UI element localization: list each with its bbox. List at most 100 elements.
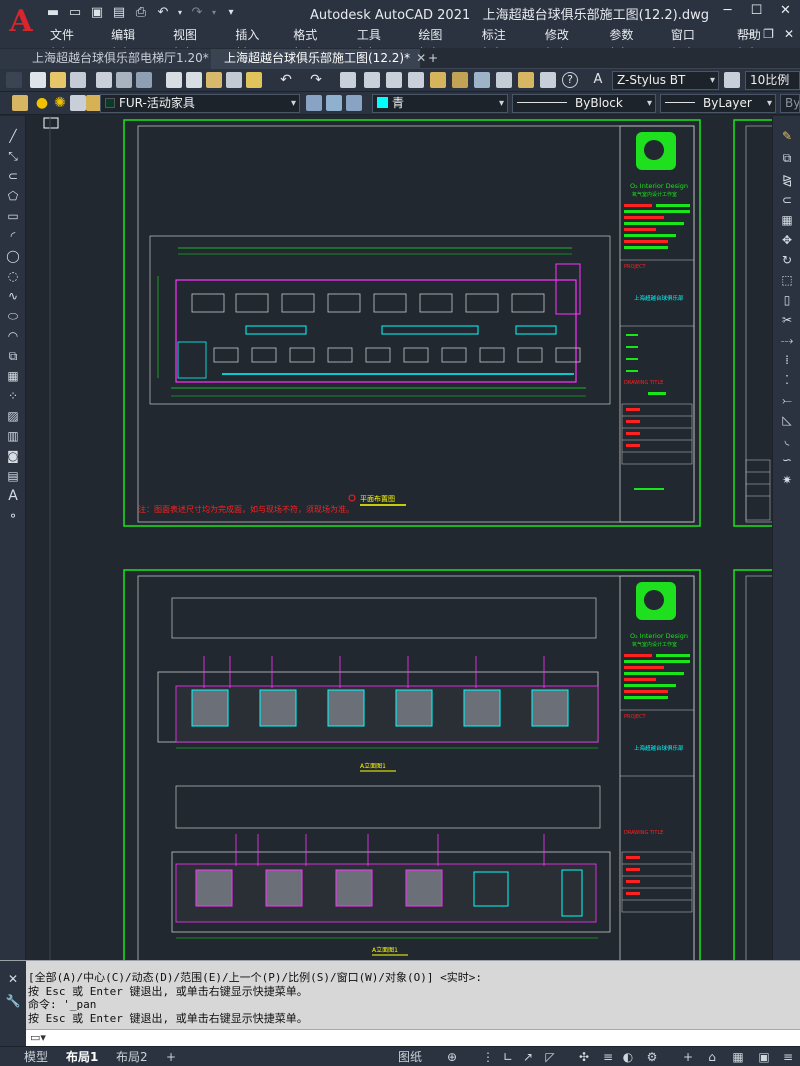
zoom-previous-icon[interactable] [408,72,424,88]
arc-icon[interactable]: ◜ [5,228,21,244]
lineweight-icon[interactable]: ≡ [600,1049,616,1065]
settings-gear-icon[interactable]: ⚙ [644,1049,660,1065]
customize-wrench-icon[interactable]: 🔧 [5,993,21,1009]
paste-icon[interactable] [206,72,222,88]
save-icon[interactable] [70,72,86,88]
tool-palettes-icon[interactable] [474,72,490,88]
make-current-layer-icon[interactable] [306,95,322,111]
print-icon[interactable] [96,72,112,88]
properties-icon[interactable] [430,72,446,88]
line-icon[interactable]: ╱ [5,128,21,144]
text-style-select[interactable]: Z-Stylus BT ▾ [612,71,719,90]
doc-restore-icon[interactable]: ❐ [763,27,774,41]
hardware-acceleration-icon[interactable]: ▦ [730,1049,746,1065]
markup-icon[interactable] [518,72,534,88]
redo-dropdown-icon[interactable]: ▾ [210,4,218,22]
layer-manager-icon[interactable] [12,95,28,111]
autocad-logo[interactable]: A [4,2,38,46]
menu-format[interactable]: 格式(O) [293,26,343,60]
sheet-set-icon[interactable] [496,72,512,88]
add-layout-plus-icon[interactable]: + [160,1048,182,1066]
break-at-point-icon[interactable]: ⁞ [779,352,795,368]
tab-layout2[interactable]: 布局2 [110,1048,154,1066]
open-icon[interactable] [50,72,66,88]
color-select[interactable]: 青 ▾ [372,94,508,113]
revcloud-icon[interactable]: ◌ [5,268,21,284]
customization-menu-icon[interactable]: ≡ [780,1049,796,1065]
stretch-icon[interactable]: ▯ [779,292,795,308]
tab-construction-drawing[interactable]: 上海超越台球俱乐部施工图(12.2)* ✕ [212,49,426,69]
ellipse-arc-icon[interactable]: ◠ [5,328,21,344]
erase-icon[interactable]: ✎ [779,128,795,144]
layer-state-icon[interactable] [346,95,362,111]
redo-icon[interactable]: ↷ [308,72,324,88]
menu-file[interactable]: 文件(F) [50,26,97,60]
tab-elevator-hall[interactable]: 上海超越台球俱乐部电梯厅1.20*✕ [0,49,225,69]
doc-close-icon[interactable]: ✕ [784,27,794,41]
mtext-icon[interactable]: A [5,488,21,504]
polar-tracking-icon[interactable]: ↗ [520,1049,536,1065]
insert-block-icon[interactable]: ⧉ [5,348,21,364]
cut-icon[interactable] [166,72,182,88]
save-icon[interactable]: ▣ [88,4,106,22]
menu-dimension[interactable]: 标注(N) [482,26,531,60]
circle-icon[interactable]: ◯ [5,248,21,264]
menu-tools[interactable]: 工具(T) [357,26,405,60]
object-snap-icon[interactable]: ◸ [542,1049,558,1065]
gradient-icon[interactable]: ▥ [5,428,21,444]
clean-screen-icon[interactable]: ▣ [756,1049,772,1065]
dim-style-icon[interactable] [724,72,740,88]
calculator-icon[interactable] [540,72,556,88]
command-prompt-icon[interactable]: ▭▾ [30,1031,46,1044]
menu-insert[interactable]: 插入(I) [235,26,279,60]
snap-tracking-icon[interactable]: ✣ [576,1049,592,1065]
layer-thaw-sun-icon[interactable]: ✺ [52,95,68,111]
linetype-select[interactable]: ByBlock ▾ [512,94,656,113]
dim-style-select[interactable]: 10比例 [745,71,800,90]
ellipse-icon[interactable]: ⬭ [5,308,21,324]
close-icon[interactable]: ✕ [771,0,800,24]
undo-icon[interactable]: ↶ [278,72,294,88]
design-center-icon[interactable] [452,72,468,88]
qat-menu-icon[interactable]: ▾ [222,4,240,22]
layer-on-bulb-icon[interactable]: ● [34,95,50,111]
menu-draw[interactable]: 绘图(D) [418,26,467,60]
rectangle-icon[interactable]: ▭ [5,208,21,224]
transparency-icon[interactable]: ◐ [620,1049,636,1065]
paper-space-toggle[interactable]: 图纸 [392,1048,428,1066]
new-file-icon[interactable]: ▬ [44,4,62,22]
minimize-icon[interactable]: ─ [713,0,742,24]
array-icon[interactable]: ▦ [779,212,795,228]
new-tab-plus-icon[interactable]: + [424,49,442,68]
lineweight-select[interactable]: ByLayer ▾ [660,94,776,113]
tab-model[interactable]: 模型 [18,1048,54,1066]
point-icon[interactable]: ⁘ [5,388,21,404]
new-icon[interactable] [30,72,46,88]
zoom-window-icon[interactable] [386,72,402,88]
layer-select[interactable]: FUR-活动家具 ▾ [100,94,300,113]
tab-layout1[interactable]: 布局1 [60,1048,104,1066]
copy-object-icon[interactable]: ⧉ [779,150,795,166]
scale-icon[interactable]: ⬚ [779,272,795,288]
explode-icon[interactable]: ✷ [779,472,795,488]
blend-curves-icon[interactable]: ∽ [779,452,795,468]
fillet-icon[interactable]: ◟ [779,432,795,448]
construction-line-icon[interactable]: ⤡ [5,148,21,164]
undo-dropdown-icon[interactable]: ▾ [176,4,184,22]
undo-icon[interactable]: ↶ [154,4,172,22]
plus-icon[interactable]: + [680,1049,696,1065]
menu-edit[interactable]: 编辑(E) [111,26,159,60]
text-style-icon[interactable]: A [590,72,606,88]
rotate-icon[interactable]: ↻ [779,252,795,268]
table-icon[interactable]: ▤ [5,468,21,484]
drawing-svg[interactable]: 注：图面表述尺寸均为完成面，如与现场不符，须现场为准。 平面布置图 O₂ Int… [26,116,772,960]
publish-icon[interactable] [136,72,152,88]
join-icon[interactable]: ⤚ [779,392,795,408]
open-file-icon[interactable]: ▭ [66,4,84,22]
help-icon[interactable]: ? [562,72,578,88]
menu-view[interactable]: 视图(V) [173,26,221,60]
chamfer-icon[interactable]: ◺ [779,412,795,428]
print-icon[interactable]: ⎙ [132,4,150,22]
layer-previous-icon[interactable] [326,95,342,111]
menu-window[interactable]: 窗口(W) [671,26,723,60]
